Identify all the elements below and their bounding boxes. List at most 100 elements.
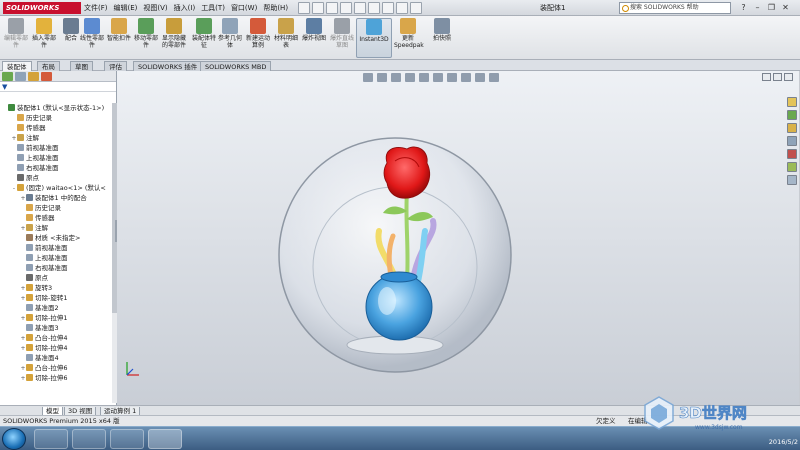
undo-icon[interactable]	[354, 2, 366, 14]
save-icon[interactable]	[326, 2, 338, 14]
tree-node[interactable]: 前视基准面	[0, 143, 112, 153]
featuremanager-tab-icon[interactable]	[2, 72, 13, 81]
ribbon-label: 移动零部件	[133, 35, 158, 49]
tree-node[interactable]: 上视基准面	[0, 253, 112, 263]
ribbon-button-9[interactable]: 新建运动算例	[244, 18, 272, 58]
command-tab-5[interactable]: SOLIDWORKS MBD	[200, 61, 272, 71]
rebuild-icon[interactable]	[382, 2, 394, 14]
select-icon[interactable]	[368, 2, 380, 14]
tree-node[interactable]: 装配体1 (默认<显示状态-1>)	[0, 103, 112, 113]
configurationmanager-tab-icon[interactable]	[28, 72, 39, 81]
close-icon[interactable]: ✕	[780, 2, 791, 13]
menu-item-3[interactable]: 插入(I)	[174, 3, 196, 14]
tree-node-icon	[26, 244, 33, 251]
ribbon-button-12[interactable]: 爆炸直线草图	[328, 18, 356, 58]
ribbon-label: 拍快照	[432, 35, 451, 42]
taskbar-media-icon[interactable]	[110, 429, 144, 449]
tree-node[interactable]: 历史记录	[0, 113, 112, 123]
ribbon-button-13[interactable]: Instant3D	[356, 18, 392, 58]
tree-node-label: 注解	[35, 224, 48, 232]
tree-node[interactable]: + 凸台-拉伸4	[0, 333, 112, 343]
tree-node[interactable]: 传感器	[0, 123, 112, 133]
tree-node[interactable]: 基准面4	[0, 353, 112, 363]
tree-node[interactable]: + 装配体1 中的配合	[0, 193, 112, 203]
tree-node-label: 凸台-拉伸6	[35, 364, 68, 372]
menu-item-4[interactable]: 工具(T)	[201, 3, 225, 14]
ribbon-button-0[interactable]: 编辑零部件	[2, 18, 30, 58]
tree-node[interactable]: 材质 <未指定>	[0, 233, 112, 243]
tree-node[interactable]: + 切除-拉伸4	[0, 343, 112, 353]
menu-item-5[interactable]: 窗口(W)	[231, 3, 257, 14]
command-tab-1[interactable]: 布局	[37, 61, 60, 71]
window-controls: ? – ❐ ✕	[738, 2, 791, 13]
menu-item-0[interactable]: 文件(F)	[84, 3, 108, 14]
tree-node[interactable]: + 切除-旋转1	[0, 293, 112, 303]
filter-icon[interactable]: ▼	[0, 82, 116, 92]
tree-node[interactable]: + 切除-拉伸6	[0, 373, 112, 383]
tree-node[interactable]: 基准面3	[0, 323, 112, 333]
quick-access-toolbar	[298, 2, 422, 14]
ribbon-button-4[interactable]: 智能扣件	[105, 18, 133, 58]
tree-node-icon	[26, 294, 33, 301]
open-icon[interactable]	[312, 2, 324, 14]
tree-node-icon	[17, 144, 24, 151]
title-bar: SOLIDWORKS 文件(F) 编辑(E) 视图(V) 插入(I) 工具(T) 窗口(W…	[0, 0, 800, 16]
rose-globe-model[interactable]	[117, 71, 799, 405]
ribbon-button-10[interactable]: 材料明细表	[272, 18, 300, 58]
display-manager-tab-icon[interactable]	[41, 72, 52, 81]
options-gear-icon[interactable]	[410, 2, 422, 14]
tree-node[interactable]: + 旋转3	[0, 283, 112, 293]
help-icon[interactable]: ?	[738, 2, 749, 13]
ribbon-button-11[interactable]: 爆炸视图	[300, 18, 328, 58]
watermark-url: www.3dsjw.com	[695, 424, 743, 431]
taskbar-ie-icon[interactable]	[34, 429, 68, 449]
tree-node[interactable]: + 切除-拉伸1	[0, 313, 112, 323]
tree-node-icon	[26, 194, 33, 201]
menu-item-1[interactable]: 编辑(E)	[114, 3, 138, 14]
propertymanager-tab-icon[interactable]	[15, 72, 26, 81]
help-search-input[interactable]: 搜索 SOLIDWORKS 帮助	[619, 2, 731, 14]
tree-node[interactable]: 历史记录	[0, 203, 112, 213]
tree-node[interactable]: + 注解	[0, 133, 112, 143]
tree-node-icon	[17, 164, 24, 171]
ribbon-button-3[interactable]: 线性零部件	[78, 18, 106, 58]
tree-node-icon	[26, 274, 33, 281]
taskbar-solidworks-icon[interactable]	[148, 429, 182, 449]
command-tab-0[interactable]: 装配体	[2, 61, 32, 71]
command-tab-4[interactable]: SOLIDWORKS 插件	[133, 61, 203, 71]
ribbon-button-5[interactable]: 移动零部件	[132, 18, 160, 58]
new-document-icon[interactable]	[298, 2, 310, 14]
command-tab-2[interactable]: 草图	[70, 61, 93, 71]
tree-node[interactable]: 上视基准面	[0, 153, 112, 163]
ribbon-button-6[interactable]: 显示隐藏的零部件	[160, 18, 188, 58]
solidworks-logo[interactable]: SOLIDWORKS	[3, 2, 81, 14]
print-icon[interactable]	[340, 2, 352, 14]
tree-node[interactable]: + 凸台-拉伸6	[0, 363, 112, 373]
restore-icon[interactable]: ❐	[766, 2, 777, 13]
tree-node[interactable]: + 注解	[0, 223, 112, 233]
command-manager: 编辑零部件 插入零部件 配合 线性零部件 智能扣件 移动零部件 显示隐藏的零部件 装配体特征参…	[0, 16, 800, 60]
ribbon-button-1[interactable]: 插入零部件	[30, 18, 58, 58]
graphics-area[interactable]	[117, 71, 799, 405]
file-properties-icon[interactable]	[396, 2, 408, 14]
tree-node[interactable]: 原点	[0, 173, 112, 183]
tree-node[interactable]: - (固定) waitao<1> (默认<	[0, 183, 112, 193]
ribbon-button-7[interactable]: 装配体特征	[190, 18, 218, 58]
ribbon-label: 新建运动算例	[245, 35, 270, 49]
tree-node-icon	[26, 254, 33, 261]
tree-node[interactable]: 基准面2	[0, 303, 112, 313]
tree-node[interactable]: 右视基准面	[0, 163, 112, 173]
start-button[interactable]	[2, 428, 26, 450]
command-tab-3[interactable]: 评估	[104, 61, 127, 71]
ribbon-button-8[interactable]: 参考几何体	[216, 18, 244, 58]
tree-node[interactable]: 传感器	[0, 213, 112, 223]
menu-item-6[interactable]: 帮助(H)	[263, 3, 288, 14]
minimize-icon[interactable]: –	[752, 2, 763, 13]
tree-node[interactable]: 右视基准面	[0, 263, 112, 273]
tree-node[interactable]: 原点	[0, 273, 112, 283]
taskbar-explorer-icon[interactable]	[72, 429, 106, 449]
tree-node[interactable]: 前视基准面	[0, 243, 112, 253]
ribbon-button-14[interactable]: 更新Speedpak	[394, 18, 424, 58]
ribbon-button-15[interactable]: 拍快照	[428, 18, 456, 58]
menu-item-2[interactable]: 视图(V)	[143, 3, 167, 14]
